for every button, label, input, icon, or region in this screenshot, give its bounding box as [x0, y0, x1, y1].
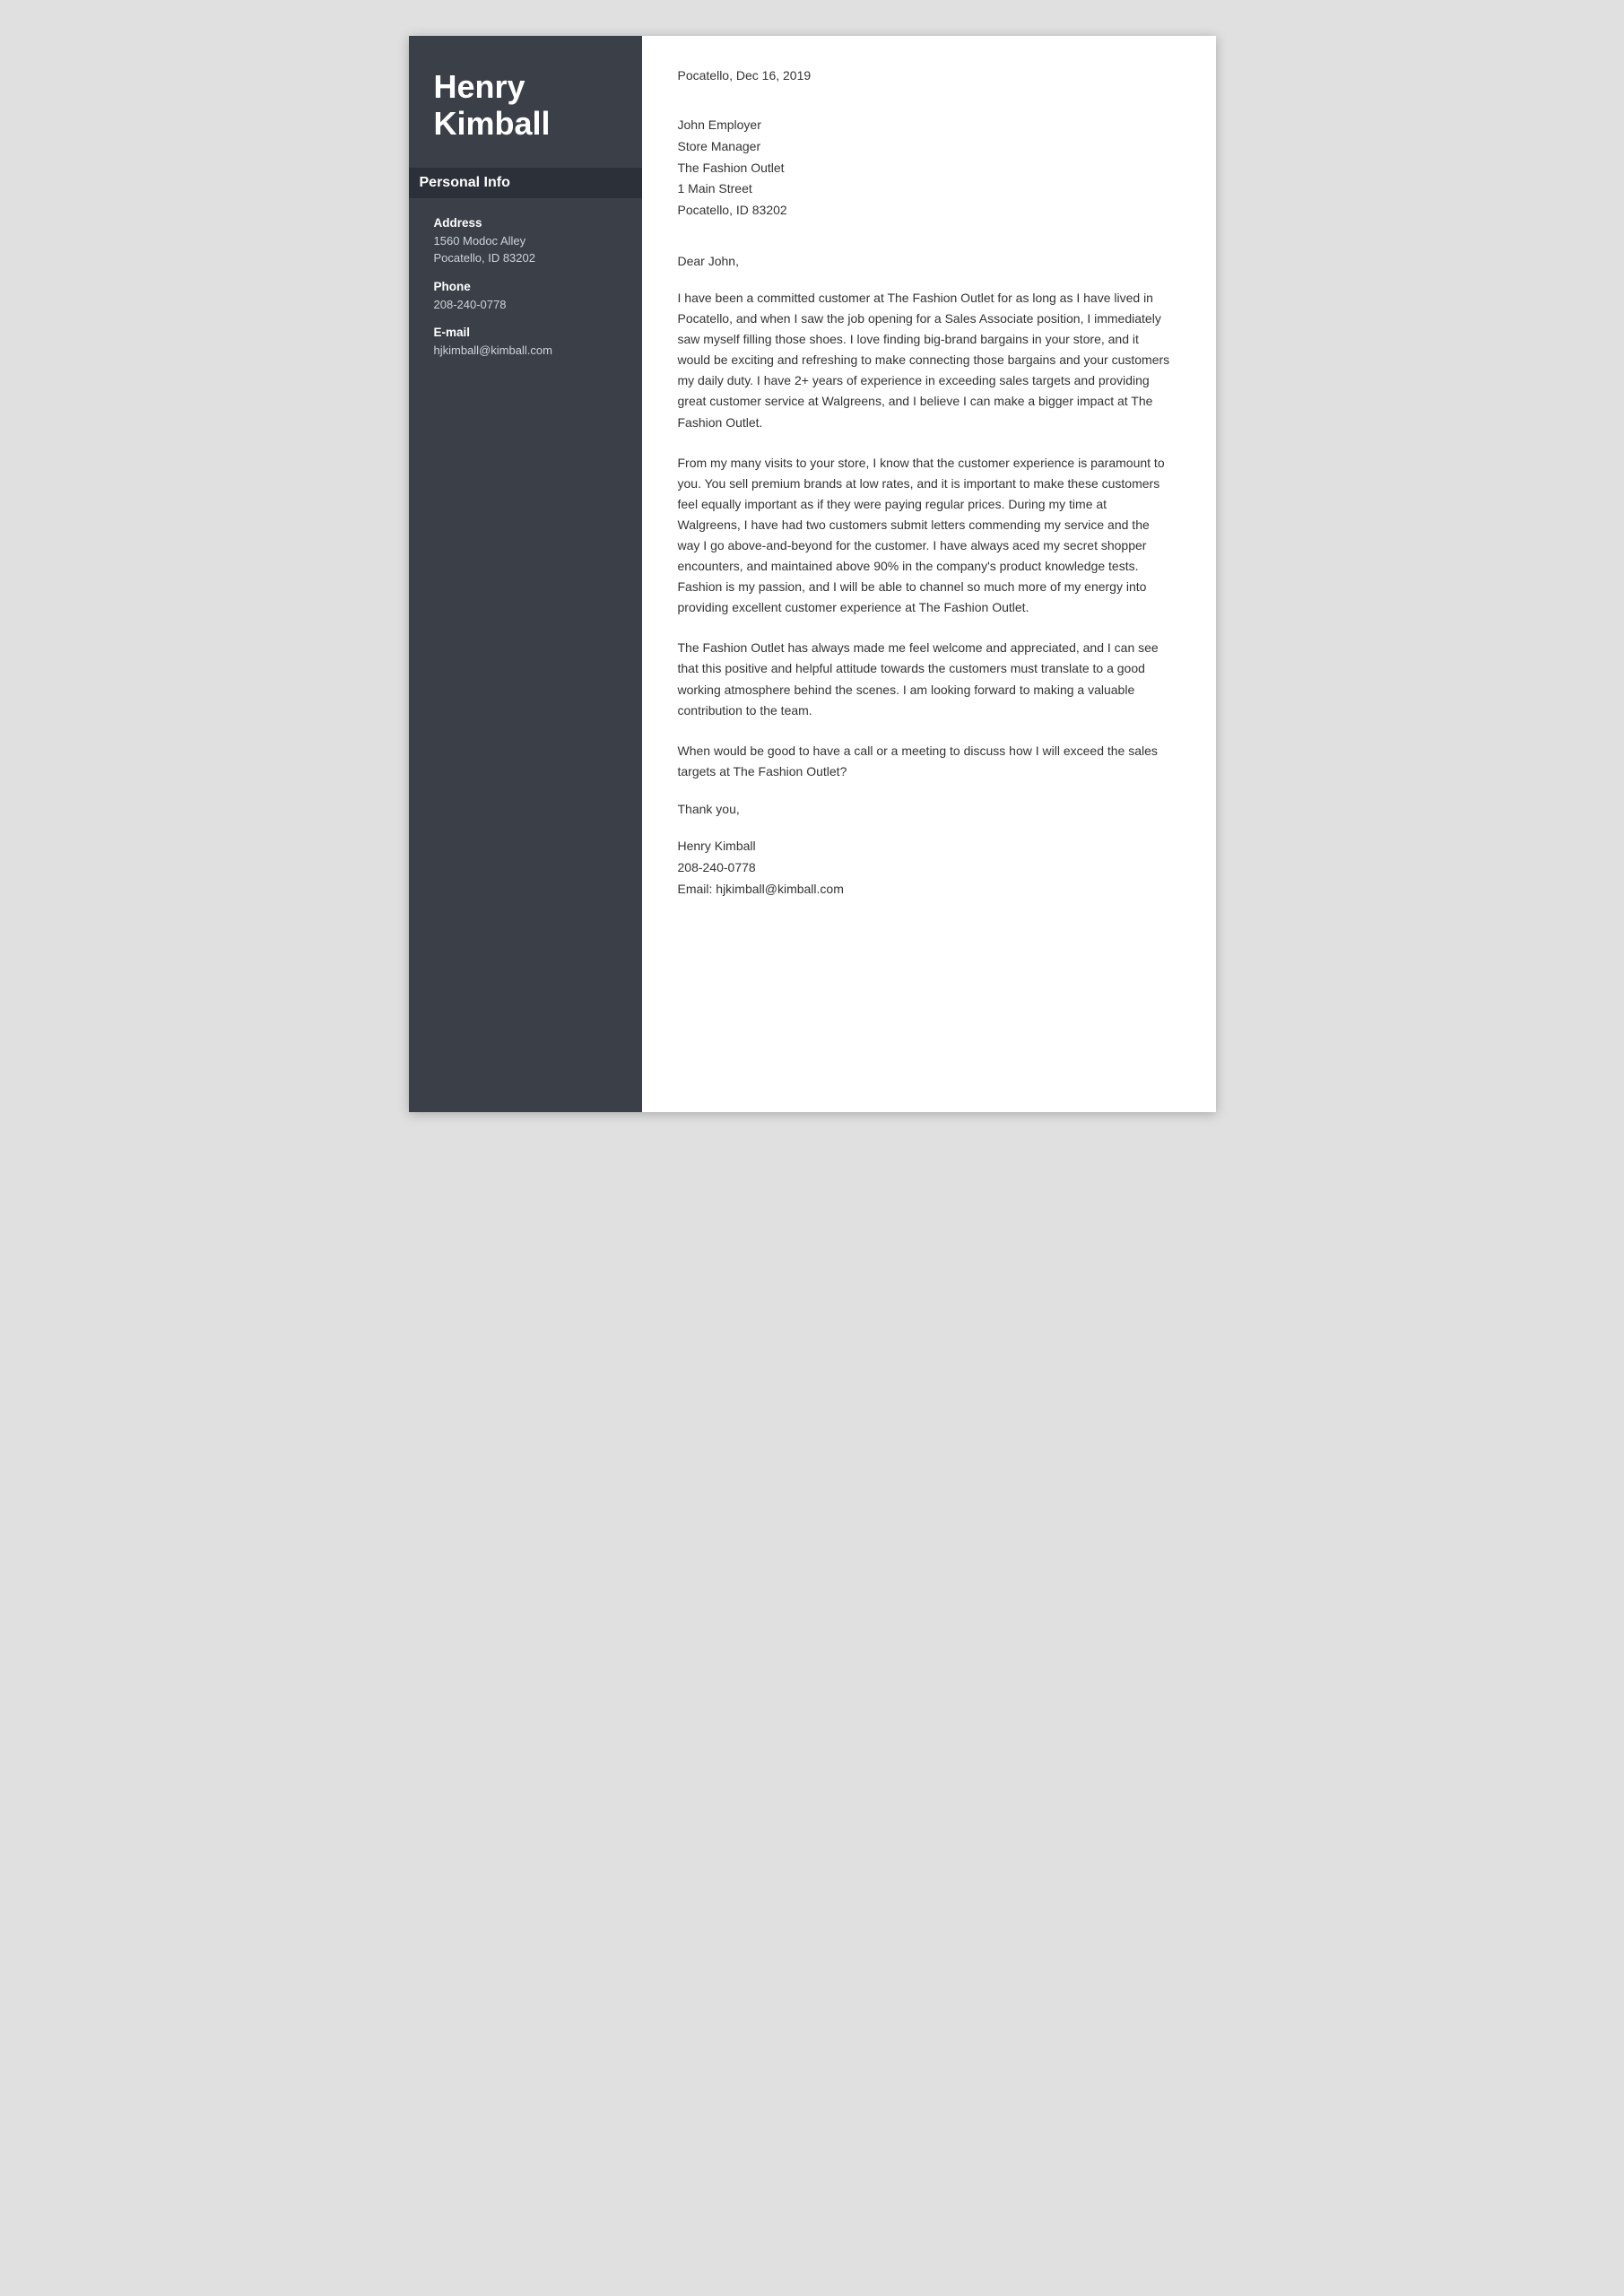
salutation: Dear John,	[678, 254, 1173, 268]
recipient-title: Store Manager	[678, 136, 1173, 158]
applicant-name: Henry Kimball	[434, 68, 617, 143]
signature-name: Henry Kimball	[678, 836, 1173, 857]
letter-paragraph-2: From my many visits to your store, I kno…	[678, 453, 1173, 619]
phone-label: Phone	[434, 280, 617, 293]
phone-value: 208-240-0778	[434, 296, 617, 314]
recipient-block: John Employer Store Manager The Fashion …	[678, 115, 1173, 222]
recipient-address1: 1 Main Street	[678, 178, 1173, 200]
address-value: 1560 Modoc Alley Pocatello, ID 83202	[434, 232, 617, 267]
email-label: E-mail	[434, 326, 617, 339]
recipient-address2: Pocatello, ID 83202	[678, 200, 1173, 222]
email-value: hjkimball@kimball.com	[434, 342, 617, 360]
thank-you: Thank you,	[678, 802, 1173, 816]
letter-paragraph-3: The Fashion Outlet has always made me fe…	[678, 638, 1173, 720]
recipient-company: The Fashion Outlet	[678, 158, 1173, 179]
sidebar: Henry Kimball Personal Info Address 1560…	[409, 36, 642, 1112]
personal-info-section-title: Personal Info	[409, 168, 642, 198]
letter-content: Pocatello, Dec 16, 2019 John Employer St…	[642, 36, 1216, 1112]
signature-phone: 208-240-0778	[678, 857, 1173, 879]
document: Henry Kimball Personal Info Address 1560…	[409, 36, 1216, 1112]
letter-paragraph-1: I have been a committed customer at The …	[678, 288, 1173, 433]
address-label: Address	[434, 216, 617, 230]
letter-date: Pocatello, Dec 16, 2019	[678, 68, 1173, 83]
signature-block: Henry Kimball 208-240-0778 Email: hjkimb…	[678, 836, 1173, 900]
signature-email: Email: hjkimball@kimball.com	[678, 879, 1173, 900]
recipient-name: John Employer	[678, 115, 1173, 136]
letter-paragraph-4: When would be good to have a call or a m…	[678, 741, 1173, 782]
